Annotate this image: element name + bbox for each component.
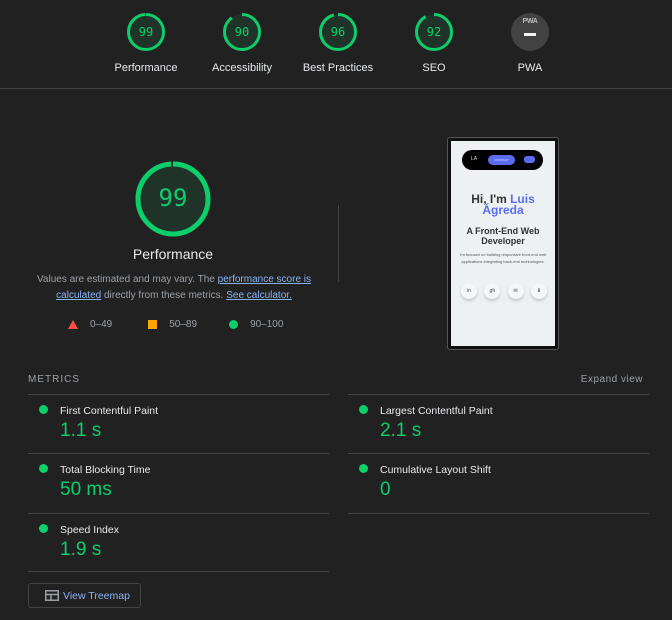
screenshot-subheading: A Front-End Web Developer	[466, 226, 540, 246]
pass-circle-icon	[39, 464, 48, 473]
metric-value: 50 ms	[60, 479, 112, 500]
triangle-icon	[68, 320, 78, 329]
legend-average: 50–89	[148, 319, 197, 330]
gauge-label: Best Practices	[302, 62, 374, 74]
metric-title: First Contentful Paint	[60, 405, 159, 417]
gauge-performance[interactable]: 99 Performance	[101, 12, 191, 74]
gauge-pwa[interactable]: PWA PWA	[485, 12, 575, 74]
final-screenshot[interactable]: LA CONTACT Hi, I'm Luis Ágreda A Front-E…	[447, 137, 559, 350]
gauge-score: 90	[234, 25, 250, 39]
pwa-badge-text: PWA	[522, 18, 538, 25]
pass-circle-icon	[39, 524, 48, 533]
legend-pass: 90–100	[229, 319, 283, 330]
performance-description: Values are estimated and may vary. The p…	[24, 272, 324, 304]
screenshot-heading: Hi, I'm Luis Ágreda	[451, 193, 555, 216]
metric-largest-contentful-paint: Largest Contentful Paint 2.1 s	[348, 394, 649, 454]
gauge-score: 92	[426, 25, 442, 39]
metric-cumulative-layout-shift: Cumulative Layout Shift 0	[348, 453, 649, 513]
performance-summary: 99 Performance	[20, 160, 326, 262]
pwa-badge-icon: PWA	[511, 13, 549, 51]
pass-circle-icon	[39, 405, 48, 414]
metric-title: Total Blocking Time	[60, 464, 151, 476]
gauge-label: PWA	[517, 62, 543, 74]
gauge-label: Performance	[114, 62, 178, 74]
github-icon: gh	[484, 283, 501, 299]
gauge-score: 99	[138, 25, 154, 39]
metric-title: Speed Index	[60, 524, 119, 536]
linkedin-icon: in	[461, 283, 477, 299]
pass-circle-icon	[359, 464, 368, 473]
performance-gauge: 99	[134, 160, 212, 238]
vertical-divider	[338, 205, 339, 282]
metrics-divider	[348, 513, 649, 514]
circle-icon	[229, 320, 239, 329]
legend-range: 90–100	[250, 319, 284, 330]
gauge-best-practices[interactable]: 96 Best Practices	[293, 12, 383, 74]
gauge-score: 96	[330, 25, 346, 39]
metrics-divider	[28, 571, 329, 572]
description-text: directly from these metrics.	[101, 290, 227, 301]
treemap-icon	[45, 590, 59, 601]
legend-range: 0–49	[90, 319, 113, 330]
performance-score: 99	[158, 184, 188, 212]
screenshot-navbar: LA CONTACT	[462, 150, 543, 170]
view-treemap-label: View Treemap	[63, 589, 130, 602]
gauge-label: Accessibility	[212, 62, 272, 74]
screenshot-logo: LA	[471, 156, 478, 162]
metric-value: 0	[380, 479, 391, 500]
screenshot-paragraph: I'm focused on building responsive front…	[459, 252, 547, 264]
gauge-seo[interactable]: 92 SEO	[389, 12, 479, 74]
expand-view-toggle[interactable]: Expand view	[581, 374, 643, 385]
download-icon: ⬇	[530, 283, 547, 299]
metric-first-contentful-paint: First Contentful Paint 1.1 s	[28, 394, 329, 454]
view-treemap-button[interactable]: View Treemap	[28, 583, 141, 608]
screenshot-social-links: in gh ✉ ⬇	[461, 283, 547, 299]
pass-circle-icon	[359, 405, 368, 414]
metric-speed-index: Speed Index 1.9 s	[28, 513, 329, 573]
category-score-bar: 99 Performance 90 Accessibility 96 Best …	[0, 0, 672, 89]
screenshot-theme-toggle-icon	[524, 156, 535, 163]
screenshot-page: LA CONTACT Hi, I'm Luis Ágreda A Front-E…	[451, 141, 555, 346]
legend-range: 50–89	[169, 319, 198, 330]
screenshot-contact-button: CONTACT	[488, 155, 515, 165]
metric-value: 2.1 s	[380, 420, 422, 441]
performance-title: Performance	[132, 246, 214, 262]
gauge-label: SEO	[422, 62, 446, 74]
metric-value: 1.1 s	[60, 420, 102, 441]
pwa-dash-icon	[524, 33, 536, 36]
description-text: Values are estimated and may vary. The	[36, 274, 218, 285]
metric-value: 1.9 s	[60, 539, 102, 560]
see-calculator-link[interactable]: See calculator.	[226, 290, 292, 301]
square-icon	[148, 320, 158, 329]
metrics-header: METRICS	[28, 374, 80, 385]
email-icon: ✉	[507, 283, 524, 299]
score-legend: 0–49 50–89 90–100	[68, 319, 313, 330]
gauge-accessibility[interactable]: 90 Accessibility	[197, 12, 287, 74]
metric-total-blocking-time: Total Blocking Time 50 ms	[28, 453, 329, 513]
metric-title: Cumulative Layout Shift	[380, 464, 491, 476]
metric-title: Largest Contentful Paint	[380, 405, 493, 417]
legend-fail: 0–49	[68, 319, 112, 330]
